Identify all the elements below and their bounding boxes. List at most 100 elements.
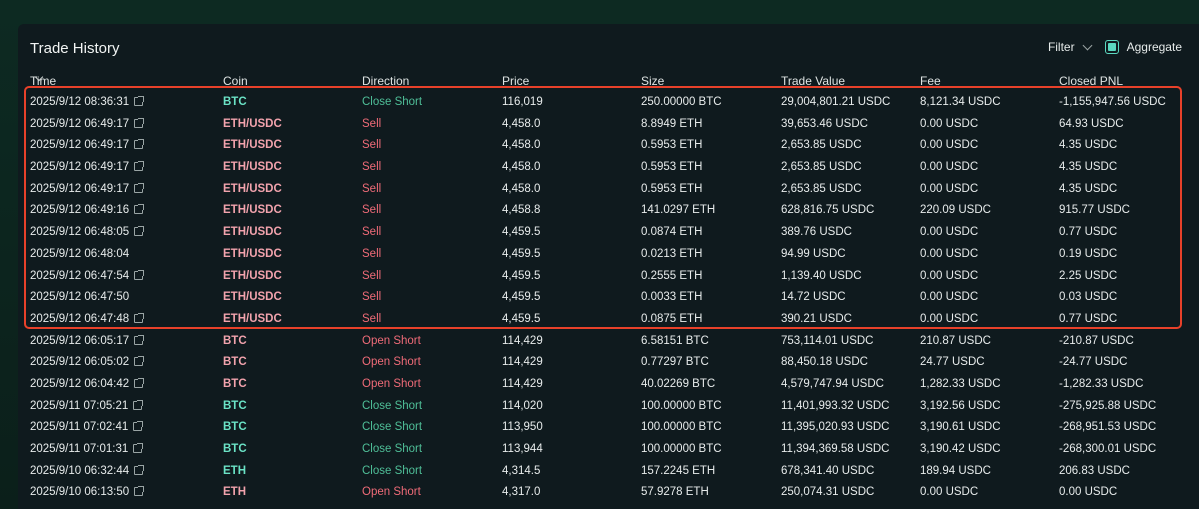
trade-value: 678,341.40 USDC bbox=[781, 465, 874, 477]
trade-size-text: 157.2245 ETH bbox=[641, 464, 716, 477]
trade-coin[interactable]: ETH bbox=[223, 465, 246, 477]
column-header-fee: Fee bbox=[920, 74, 941, 88]
trade-price: 4,458.0 bbox=[502, 139, 540, 151]
external-link-icon[interactable] bbox=[134, 269, 145, 280]
aggregate-label: Aggregate bbox=[1126, 40, 1182, 54]
trade-size-text: 100.00000 BTC bbox=[641, 443, 722, 455]
trade-coin[interactable]: BTC bbox=[223, 421, 247, 433]
trade-value-text: 250,074.31 USDC bbox=[781, 486, 875, 499]
trade-time-text: 2025/9/11 07:05:21 bbox=[30, 399, 129, 412]
trade-direction-text: Open Short bbox=[362, 377, 421, 390]
aggregate-toggle[interactable]: Aggregate bbox=[1104, 40, 1182, 54]
trade-coin[interactable]: ETH/USDC bbox=[223, 204, 282, 216]
trade-coin[interactable]: ETH/USDC bbox=[223, 226, 282, 238]
trade-time-text: 2025/9/12 06:05:02 bbox=[30, 356, 130, 369]
trade-coin[interactable]: ETH/USDC bbox=[223, 161, 282, 173]
trade-coin[interactable]: ETH/USDC bbox=[223, 291, 282, 303]
trade-coin[interactable]: ETH/USDC bbox=[223, 313, 282, 325]
trade-closed-pnl: -1,155,947.56 USDC bbox=[1059, 96, 1166, 108]
trade-coin[interactable]: BTC bbox=[223, 96, 247, 108]
trade-value: 14.72 USDC bbox=[781, 291, 846, 303]
trade-size: 100.00000 BTC bbox=[641, 421, 722, 433]
trade-price: 4,458.0 bbox=[502, 118, 540, 130]
external-link-icon[interactable] bbox=[134, 486, 145, 497]
trade-time-text: 2025/9/12 06:49:17 bbox=[30, 117, 130, 130]
trade-fee: 0.00 USDC bbox=[920, 183, 978, 195]
trade-size-text: 0.5953 ETH bbox=[641, 139, 703, 152]
trade-coin-text: ETH/USDC bbox=[223, 182, 282, 195]
trade-value: 753,114.01 USDC bbox=[781, 335, 873, 347]
trade-direction-text: Sell bbox=[362, 161, 382, 174]
external-link-icon[interactable] bbox=[134, 161, 145, 172]
trade-closed-pnl-text: 0.00 USDC bbox=[1059, 486, 1118, 499]
trade-closed-pnl: 4.35 USDC bbox=[1059, 183, 1117, 195]
trade-direction: Sell bbox=[362, 161, 381, 173]
trade-direction: Close Short bbox=[362, 443, 422, 455]
external-link-icon[interactable] bbox=[133, 443, 144, 453]
trade-direction-text: Close Short bbox=[362, 443, 423, 455]
trade-fee-text: 220.09 USDC bbox=[920, 204, 991, 217]
external-link-icon[interactable] bbox=[134, 117, 145, 128]
external-link-icon[interactable] bbox=[134, 139, 145, 150]
external-link-icon[interactable] bbox=[134, 464, 145, 475]
filter-dropdown[interactable]: Filter bbox=[1047, 40, 1093, 54]
trade-time-text: 2025/9/12 06:05:17 bbox=[30, 334, 130, 347]
trade-coin[interactable]: ETH/USDC bbox=[223, 139, 282, 151]
external-link-icon[interactable] bbox=[134, 312, 145, 323]
trade-closed-pnl-text: 4.35 USDC bbox=[1059, 161, 1118, 174]
external-link-icon[interactable] bbox=[134, 182, 145, 193]
external-link-icon[interactable] bbox=[134, 96, 145, 106]
trade-price: 4,459.5 bbox=[502, 291, 540, 303]
trade-size-text: 0.0875 ETH bbox=[641, 312, 703, 325]
external-link-icon[interactable] bbox=[134, 204, 145, 215]
table-row: 2025/9/12 06:47:48 ETH/USDC Sell 4,459.5 0.0… bbox=[18, 309, 1199, 331]
trade-value-text: 753,114.01 USDC bbox=[781, 334, 874, 347]
trade-price: 4,458.8 bbox=[502, 204, 540, 216]
external-link-icon[interactable] bbox=[133, 399, 144, 410]
trade-closed-pnl-text: 0.77 USDC bbox=[1059, 226, 1118, 239]
external-link-icon[interactable] bbox=[134, 226, 145, 237]
trade-price: 4,459.5 bbox=[502, 270, 540, 282]
external-link-icon[interactable] bbox=[134, 356, 145, 367]
trade-fee-text: 0.00 USDC bbox=[920, 247, 979, 260]
trade-direction: Sell bbox=[362, 226, 381, 238]
trade-fee: 0.00 USDC bbox=[920, 486, 978, 498]
trade-value-text: 2,653.85 USDC bbox=[781, 139, 862, 152]
trade-coin[interactable]: BTC bbox=[223, 356, 247, 368]
trade-size-text: 0.0874 ETH bbox=[641, 226, 703, 239]
trade-time-text: 2025/9/12 06:48:04 bbox=[30, 247, 130, 260]
trade-coin[interactable]: BTC bbox=[223, 400, 247, 412]
trade-size: 0.0874 ETH bbox=[641, 226, 702, 238]
trade-value: 11,401,993.32 USDC bbox=[781, 400, 889, 412]
external-link-icon[interactable] bbox=[133, 421, 144, 432]
trade-coin[interactable]: BTC bbox=[223, 443, 247, 455]
trade-time-text: 2025/9/12 06:49:16 bbox=[30, 204, 130, 217]
trade-fee-text: 0.00 USDC bbox=[920, 291, 979, 304]
trade-coin-text: ETH/USDC bbox=[223, 161, 282, 174]
aggregate-checkbox[interactable] bbox=[1104, 40, 1119, 54]
trade-closed-pnl: -268,951.53 USDC bbox=[1059, 421, 1156, 433]
trade-coin[interactable]: ETH bbox=[223, 486, 246, 498]
trade-coin[interactable]: ETH/USDC bbox=[223, 248, 282, 260]
table-row: 2025/9/12 06:05:02 BTC Open Short 114,429 0.… bbox=[18, 352, 1199, 374]
trade-value: 94.99 USDC bbox=[781, 248, 846, 260]
trade-coin[interactable]: BTC bbox=[223, 378, 247, 390]
trade-coin[interactable]: ETH/USDC bbox=[223, 183, 282, 195]
trade-size: 8.8949 ETH bbox=[641, 118, 702, 130]
trade-value-text: 390.21 USDC bbox=[781, 312, 852, 325]
external-link-icon[interactable] bbox=[134, 377, 145, 388]
filter-label: Filter bbox=[1047, 40, 1075, 54]
trade-size: 0.2555 ETH bbox=[641, 270, 702, 282]
trade-price: 4,314.5 bbox=[502, 465, 540, 477]
trade-closed-pnl-text: 64.93 USDC bbox=[1059, 117, 1124, 130]
trade-coin[interactable]: BTC bbox=[223, 335, 247, 347]
trade-time: 2025/9/12 08:36:31 bbox=[30, 96, 145, 108]
trade-closed-pnl: -1,282.33 USDC bbox=[1059, 378, 1143, 390]
trade-price: 114,429 bbox=[502, 356, 543, 368]
trade-coin[interactable]: ETH/USDC bbox=[223, 118, 282, 130]
trade-time-text: 2025/9/12 06:49:17 bbox=[30, 182, 130, 195]
trade-direction-text: Close Short bbox=[362, 421, 423, 434]
trade-coin[interactable]: ETH/USDC bbox=[223, 270, 282, 282]
external-link-icon[interactable] bbox=[134, 334, 145, 345]
trade-direction: Close Short bbox=[362, 465, 422, 477]
